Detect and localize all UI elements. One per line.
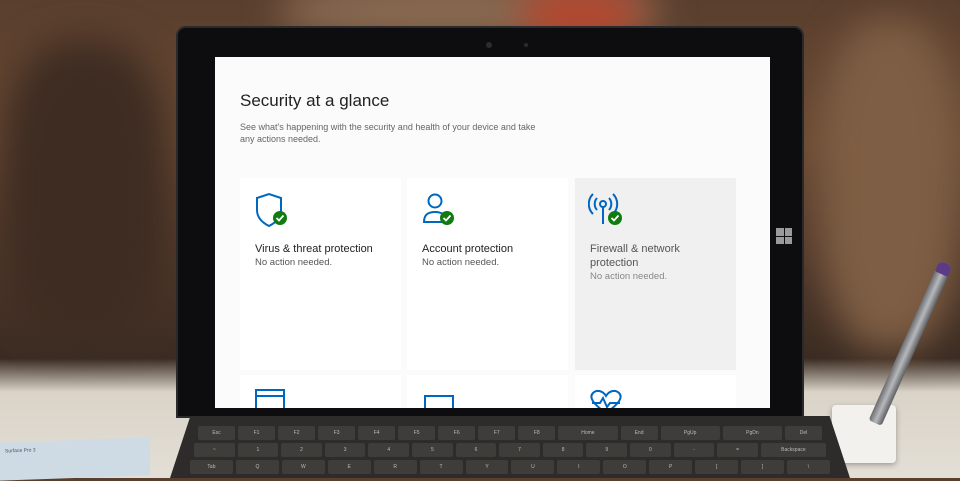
key[interactable]: Y bbox=[465, 460, 509, 474]
card-firewall-network-protection[interactable]: Firewall & network protection No action n… bbox=[575, 178, 736, 370]
key[interactable]: ~ bbox=[194, 443, 235, 457]
key[interactable]: F3 bbox=[318, 426, 356, 440]
card-title: Firewall & network protection bbox=[590, 243, 680, 269]
key[interactable]: F8 bbox=[518, 426, 556, 440]
camera-icon bbox=[486, 42, 492, 48]
key[interactable]: = bbox=[717, 443, 758, 457]
key[interactable]: F5 bbox=[398, 426, 436, 440]
key[interactable]: F2 bbox=[278, 426, 316, 440]
key[interactable]: Tab bbox=[190, 460, 233, 474]
antenna-check-icon bbox=[588, 193, 622, 225]
key[interactable]: T bbox=[419, 460, 463, 474]
background-blur bbox=[820, 20, 960, 350]
key[interactable]: R bbox=[373, 460, 417, 474]
box-label: Surface Pro 3 bbox=[5, 447, 36, 455]
key[interactable]: I bbox=[557, 460, 601, 474]
key[interactable]: 6 bbox=[455, 443, 497, 457]
page-title: Security at a glance bbox=[240, 91, 390, 110]
key[interactable]: F7 bbox=[478, 426, 516, 440]
key[interactable]: 9 bbox=[586, 443, 628, 457]
background-blur bbox=[0, 40, 170, 340]
key[interactable]: [ bbox=[695, 460, 739, 474]
key[interactable]: U bbox=[511, 460, 555, 474]
key[interactable]: F4 bbox=[358, 426, 396, 440]
heart-pulse-icon bbox=[590, 389, 622, 408]
keyboard-row: ~1 2 3 4 5 6 7 8 9 0- = Backspace bbox=[194, 443, 826, 457]
key[interactable]: PgDn bbox=[722, 426, 783, 440]
product-box: Surface Pro 3 bbox=[0, 437, 150, 481]
camera-icon bbox=[524, 43, 528, 47]
browser-icon bbox=[255, 389, 285, 408]
card-device-security[interactable] bbox=[407, 375, 568, 408]
key[interactable]: O bbox=[603, 460, 647, 474]
key[interactable]: F6 bbox=[438, 426, 476, 440]
card-account-protection[interactable]: Account protection No action needed. bbox=[407, 178, 568, 370]
page-subtitle: See what's happening with the security a… bbox=[240, 122, 536, 144]
key[interactable]: Del bbox=[785, 426, 823, 440]
key[interactable]: ] bbox=[741, 460, 784, 474]
person-check-icon bbox=[422, 193, 454, 225]
card-status: No action needed. bbox=[255, 257, 333, 268]
laptop-icon bbox=[424, 395, 454, 408]
key[interactable]: P bbox=[649, 460, 693, 474]
key[interactable]: 0 bbox=[630, 443, 671, 457]
key[interactable]: 3 bbox=[324, 443, 366, 457]
key[interactable]: 2 bbox=[281, 443, 322, 457]
key[interactable]: F1 bbox=[238, 426, 276, 440]
key[interactable]: 8 bbox=[542, 443, 584, 457]
key[interactable]: Home bbox=[558, 426, 618, 440]
keyboard-row: Tab Q W E R T Y U I O P[] \ bbox=[190, 460, 830, 474]
key[interactable]: PgUp bbox=[660, 426, 720, 440]
key[interactable]: 7 bbox=[499, 443, 540, 457]
card-status: No action needed. bbox=[590, 271, 668, 282]
key[interactable]: 1 bbox=[237, 443, 279, 457]
key[interactable]: 4 bbox=[368, 443, 410, 457]
card-status: No action needed. bbox=[422, 257, 500, 268]
key[interactable]: End bbox=[620, 426, 658, 440]
card-app-browser-control[interactable] bbox=[240, 375, 401, 408]
key[interactable]: - bbox=[673, 443, 715, 457]
key[interactable]: Esc bbox=[198, 426, 236, 440]
windows-security-screen: Security at a glance See what's happenin… bbox=[215, 57, 770, 408]
key[interactable]: Backspace bbox=[760, 443, 826, 457]
keyboard-row: Esc F1 F2 F3 F4 F5 F6 F7 F8 Home End PgUp PgDn Del bbox=[198, 426, 823, 440]
card-virus-threat-protection[interactable]: Virus & threat protection No action neede… bbox=[240, 178, 401, 370]
card-title: Virus & threat protection bbox=[255, 243, 373, 255]
key[interactable]: Q bbox=[235, 460, 279, 474]
card-title: Account protection bbox=[422, 243, 514, 255]
shield-check-icon bbox=[256, 192, 287, 228]
key[interactable]: E bbox=[327, 460, 371, 474]
key[interactable]: 5 bbox=[412, 443, 453, 457]
card-device-performance-health[interactable] bbox=[575, 375, 736, 408]
windows-logo-icon[interactable] bbox=[776, 228, 792, 244]
type-cover-keyboard: Esc F1 F2 F3 F4 F5 F6 F7 F8 Home End PgUp PgDn Del ~1 2… bbox=[170, 416, 850, 478]
key[interactable]: \ bbox=[786, 460, 830, 474]
key[interactable]: W bbox=[281, 460, 325, 474]
